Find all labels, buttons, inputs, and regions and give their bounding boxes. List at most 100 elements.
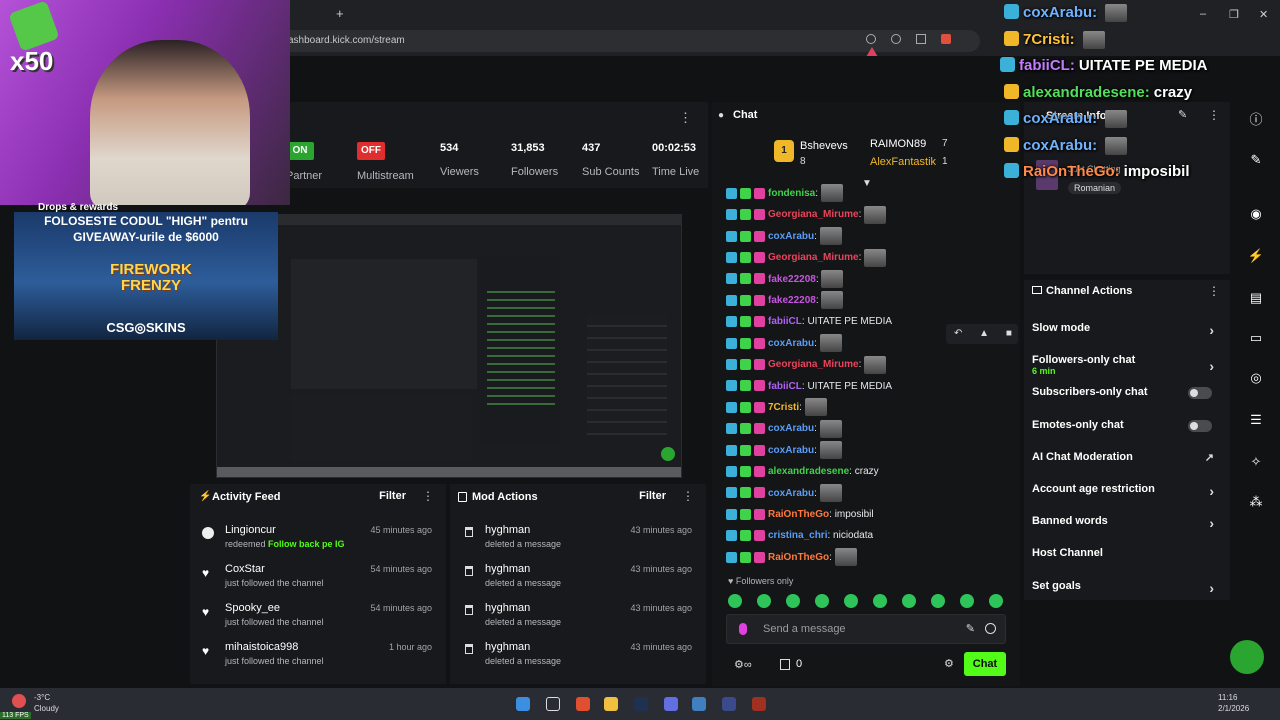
emote-quickbar[interactable] bbox=[728, 592, 1008, 610]
chat-message[interactable]: fake22208: bbox=[726, 291, 844, 311]
chat-username[interactable]: Georgiana_Mirume bbox=[768, 359, 859, 370]
chat-message[interactable]: coxArabu: bbox=[726, 334, 842, 354]
chat-username[interactable]: fabiiCL bbox=[768, 316, 802, 327]
mod-user[interactable]: hyghman bbox=[485, 524, 530, 536]
chat-username[interactable]: cristina_chri bbox=[768, 530, 827, 541]
more-options-icon[interactable]: ⋮ bbox=[679, 110, 692, 126]
steam-icon[interactable] bbox=[634, 697, 648, 711]
brave-taskbar-icon[interactable] bbox=[576, 697, 590, 711]
chat-username[interactable]: coxArabu bbox=[768, 231, 814, 242]
quick-emote[interactable] bbox=[902, 594, 916, 608]
chat-message[interactable]: fake22208: bbox=[726, 269, 844, 290]
activity-row[interactable]: ♥ Spooky_ee just followed the channel 54… bbox=[190, 602, 446, 640]
channel-action-followers-only-chat[interactable]: Followers-only chat 6 min › bbox=[1032, 354, 1222, 376]
document-icon[interactable]: ▤ bbox=[1244, 286, 1268, 310]
chat-username[interactable]: RaiOnTheGo bbox=[768, 552, 829, 563]
chat-username[interactable]: fondenisa bbox=[768, 188, 815, 199]
chat-settings-icon[interactable]: ⚙ bbox=[944, 657, 954, 670]
chat-username[interactable]: fake22208 bbox=[768, 295, 816, 306]
pin-icon[interactable]: ▲ bbox=[979, 328, 989, 339]
chat-username[interactable]: Georgiana_Mirume bbox=[768, 209, 859, 220]
mod-row[interactable]: hyghman deleted a message 43 minutes ago bbox=[450, 602, 706, 640]
chat-message-list[interactable]: fondenisa: Georgiana_Mirume: coxArabu: G… bbox=[712, 184, 1020, 568]
stream-preview[interactable] bbox=[216, 214, 682, 478]
leaderboard-third-name[interactable]: AlexFantastik bbox=[870, 156, 936, 168]
send-chat-button[interactable]: Chat bbox=[964, 652, 1006, 676]
chat-input-placeholder[interactable]: Send a message bbox=[763, 623, 846, 635]
activity-user[interactable]: CoxStar bbox=[225, 563, 265, 575]
chat-message[interactable]: RaiOnTheGo: imposibil bbox=[726, 505, 874, 525]
app-icon[interactable] bbox=[722, 697, 736, 711]
chat-username[interactable]: 7Cristi bbox=[768, 402, 799, 413]
camera-icon[interactable]: ◉ bbox=[1244, 202, 1268, 226]
leaderboard-second-name[interactable]: RAIMON89 bbox=[870, 138, 926, 150]
quick-emote[interactable] bbox=[960, 594, 974, 608]
channel-actions-more-icon[interactable]: ⋮ bbox=[1208, 284, 1220, 298]
chat-message[interactable]: Georgiana_Mirume: bbox=[726, 205, 887, 225]
activity-user[interactable]: Lingioncur bbox=[225, 524, 276, 536]
quick-emote[interactable] bbox=[815, 594, 829, 608]
activity-more-icon[interactable]: ⋮ bbox=[422, 489, 434, 503]
gift-icon[interactable] bbox=[780, 659, 790, 670]
chat-username[interactable]: alexandradesene bbox=[768, 466, 849, 477]
chat-message[interactable]: fondenisa: bbox=[726, 184, 843, 204]
chat-message[interactable]: Georgiana_Mirume: bbox=[726, 355, 887, 375]
chat-message[interactable]: coxArabu: bbox=[726, 441, 842, 461]
stream-info-more-icon[interactable]: ⋮ bbox=[1208, 108, 1220, 122]
chat-message[interactable]: 7Cristi: bbox=[726, 398, 827, 418]
multistream-off-badge[interactable]: OFF bbox=[357, 142, 385, 160]
chat-username[interactable]: coxArabu bbox=[768, 488, 814, 499]
start-icon[interactable] bbox=[516, 697, 530, 711]
quick-emote[interactable] bbox=[728, 594, 742, 608]
pencil-icon[interactable]: ✎ bbox=[1244, 148, 1268, 172]
channel-action-ai-chat-moderation[interactable]: AI Chat Moderation ↗ bbox=[1032, 451, 1222, 464]
mod-row[interactable]: hyghman deleted a message 43 minutes ago bbox=[450, 563, 706, 601]
mute-icon[interactable] bbox=[866, 34, 876, 44]
chat-username[interactable]: fabiiCL bbox=[768, 381, 802, 392]
mod-more-icon[interactable]: ⋮ bbox=[682, 489, 694, 503]
mod-user[interactable]: hyghman bbox=[485, 641, 530, 653]
mod-user[interactable]: hyghman bbox=[485, 602, 530, 614]
chat-message[interactable]: RaiOnTheGo: bbox=[726, 548, 857, 568]
file-explorer-icon[interactable] bbox=[604, 697, 618, 711]
activity-filter-button[interactable]: Filter bbox=[379, 490, 406, 502]
channel-action-slow-mode[interactable]: Slow mode › bbox=[1032, 322, 1222, 338]
notepad-icon[interactable] bbox=[692, 697, 706, 711]
channel-action-account-age-restriction[interactable]: Account age restriction › bbox=[1032, 483, 1222, 499]
quick-emote[interactable] bbox=[931, 594, 945, 608]
mod-filter-button[interactable]: Filter bbox=[639, 490, 666, 502]
close-window-button[interactable]: ✕ bbox=[1259, 8, 1268, 21]
delete-icon[interactable]: ■ bbox=[1006, 328, 1012, 339]
channel-action-host-channel[interactable]: Host Channel bbox=[1032, 547, 1222, 559]
chat-username[interactable]: coxArabu bbox=[768, 445, 814, 456]
broadcast-icon[interactable]: ◎ bbox=[1244, 366, 1268, 390]
new-tab-button[interactable]: + bbox=[336, 6, 344, 21]
brave-shield-icon[interactable] bbox=[941, 34, 952, 44]
chat-message[interactable]: Georgiana_Mirume: bbox=[726, 248, 887, 268]
chat-message[interactable]: coxArabu: bbox=[726, 483, 842, 504]
channel-action-banned-words[interactable]: Banned words › bbox=[1032, 515, 1222, 531]
mod-user[interactable]: hyghman bbox=[485, 563, 530, 575]
task-view-icon[interactable] bbox=[546, 697, 560, 711]
channel-action-subscribers-only-chat[interactable]: Subscribers-only chat bbox=[1032, 386, 1222, 400]
zoom-icon[interactable] bbox=[891, 34, 902, 44]
share-network-icon[interactable]: ⁂ bbox=[1244, 490, 1268, 514]
chat-username[interactable]: fake22208 bbox=[768, 274, 816, 285]
quick-emote[interactable] bbox=[989, 594, 1003, 608]
share-icon[interactable] bbox=[916, 34, 927, 44]
channel-action-set-goals[interactable]: Set goals › bbox=[1032, 580, 1222, 596]
toggle-switch[interactable] bbox=[1188, 419, 1212, 432]
chat-username[interactable]: coxArabu bbox=[768, 423, 814, 434]
mic-icon[interactable] bbox=[739, 623, 747, 635]
toggle-switch[interactable] bbox=[1188, 387, 1212, 400]
reply-icon[interactable]: ↶ bbox=[954, 328, 962, 339]
info-icon[interactable]: ⓘ bbox=[1244, 108, 1268, 132]
leaderboard-first-name[interactable]: Bshevevs bbox=[800, 140, 848, 152]
activity-row[interactable]: ♥ CoxStar just followed the channel 54 m… bbox=[190, 563, 446, 601]
wrench-icon[interactable]: ✧ bbox=[1244, 450, 1268, 474]
panels-icon[interactable]: ☰ bbox=[1244, 408, 1268, 432]
chat-input-box[interactable]: Send a message ✎ bbox=[726, 614, 1006, 644]
quick-emote[interactable] bbox=[873, 594, 887, 608]
chat-username[interactable]: coxArabu bbox=[768, 338, 814, 349]
mod-row[interactable]: hyghman deleted a message 43 minutes ago bbox=[450, 641, 706, 679]
